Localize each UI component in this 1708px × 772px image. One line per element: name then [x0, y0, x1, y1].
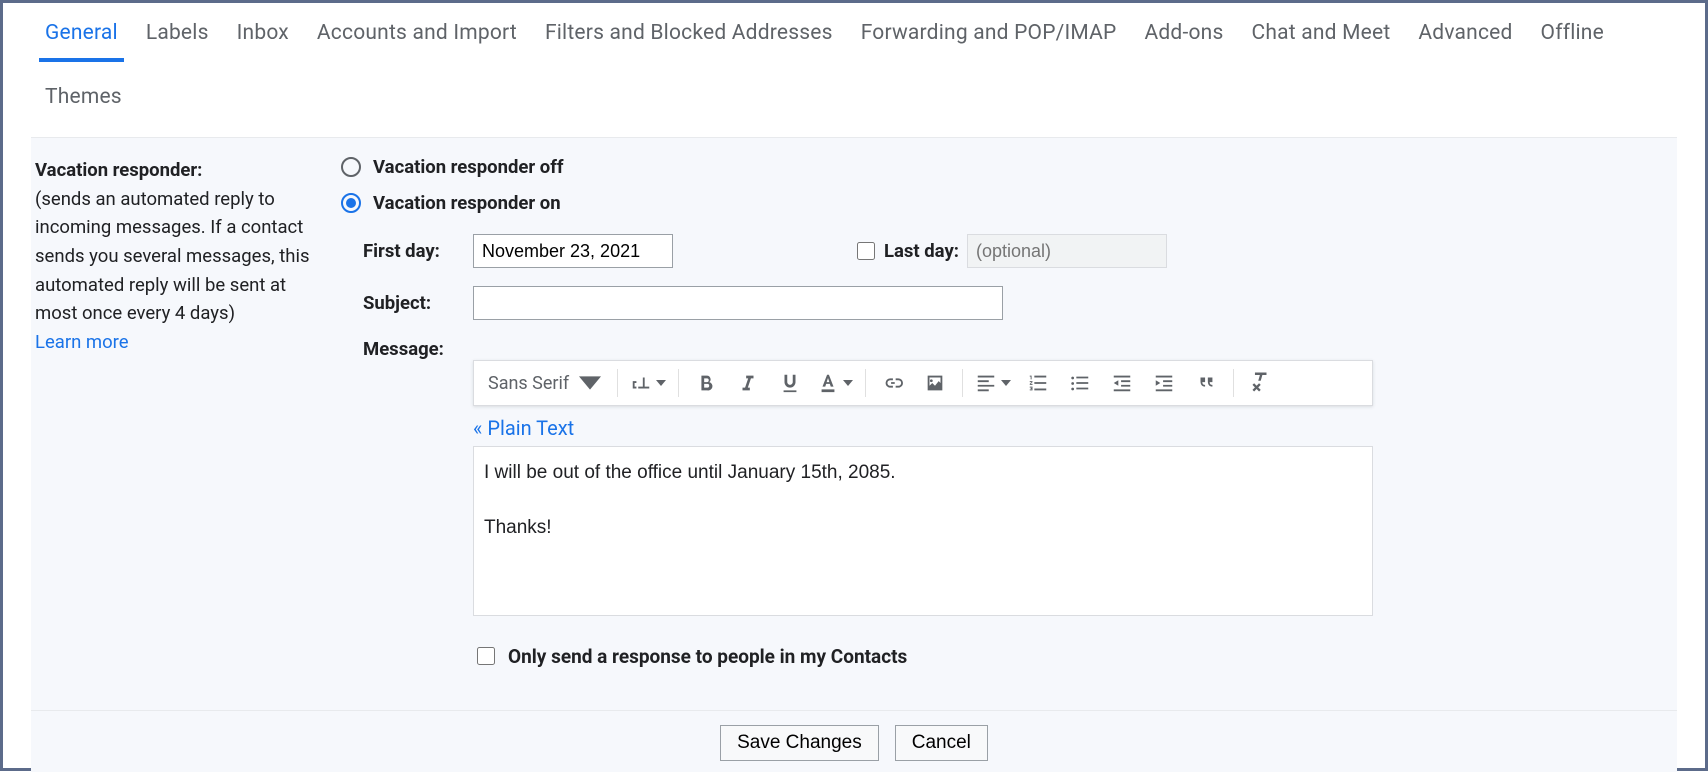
- tab-accounts[interactable]: Accounts and Import: [303, 3, 531, 61]
- bold-button[interactable]: [685, 361, 727, 405]
- indent-more-button[interactable]: [1143, 361, 1185, 405]
- learn-more-link[interactable]: Learn more: [35, 331, 129, 353]
- numbered-list-button[interactable]: [1017, 361, 1059, 405]
- settings-footer: Save Changes Cancel: [31, 710, 1677, 772]
- tab-addons[interactable]: Add-ons: [1130, 3, 1237, 61]
- radio-label: Vacation responder on: [373, 192, 561, 214]
- message-editor[interactable]: I will be out of the office until Januar…: [473, 446, 1373, 616]
- editor-toolbar: Sans Serif: [473, 360, 1373, 406]
- subject-input[interactable]: [473, 286, 1003, 320]
- indent-less-icon: [1111, 372, 1133, 394]
- vacation-off-radio[interactable]: Vacation responder off: [341, 156, 1677, 178]
- quote-icon: [1195, 372, 1217, 394]
- cancel-button[interactable]: Cancel: [895, 725, 988, 761]
- link-icon: [882, 372, 904, 394]
- radio-icon: [341, 157, 361, 177]
- font-family-select[interactable]: Sans Serif: [482, 361, 611, 405]
- contacts-only-input[interactable]: [477, 647, 495, 665]
- tab-labels[interactable]: Labels: [132, 3, 223, 61]
- italic-icon: [737, 372, 759, 394]
- settings-tabs-row1: General Labels Inbox Accounts and Import…: [3, 3, 1705, 61]
- numbered-list-icon: [1027, 372, 1049, 394]
- last-day-label: Last day:: [884, 240, 959, 262]
- tab-forwarding[interactable]: Forwarding and POP/IMAP: [847, 3, 1131, 61]
- subject-label: Subject:: [363, 292, 473, 314]
- caret-down-icon: [579, 372, 601, 394]
- contacts-only-checkbox[interactable]: Only send a response to people in my Con…: [473, 644, 1677, 668]
- first-day-label: First day:: [363, 240, 473, 262]
- underline-button[interactable]: [769, 361, 811, 405]
- tab-filters[interactable]: Filters and Blocked Addresses: [531, 3, 847, 61]
- italic-button[interactable]: [727, 361, 769, 405]
- font-size-button[interactable]: [624, 361, 672, 405]
- bulleted-list-button[interactable]: [1059, 361, 1101, 405]
- caret-down-icon: [843, 378, 853, 388]
- remove-formatting-button[interactable]: [1240, 361, 1282, 405]
- plain-text-link[interactable]: « Plain Text: [473, 416, 574, 440]
- section-controls: Vacation responder off Vacation responde…: [341, 156, 1677, 668]
- radio-icon: [341, 193, 361, 213]
- tab-chat[interactable]: Chat and Meet: [1238, 3, 1405, 61]
- underline-icon: [779, 372, 801, 394]
- insert-link-button[interactable]: [872, 361, 914, 405]
- radio-label: Vacation responder off: [373, 156, 563, 178]
- message-label: Message:: [363, 338, 473, 360]
- font-family-label: Sans Serif: [488, 373, 569, 394]
- settings-body: Vacation responder: (sends an automated …: [31, 137, 1677, 772]
- vacation-on-radio[interactable]: Vacation responder on: [341, 192, 1677, 214]
- settings-window: General Labels Inbox Accounts and Import…: [0, 0, 1708, 771]
- quote-button[interactable]: [1185, 361, 1227, 405]
- text-color-icon: [817, 372, 839, 394]
- caret-down-icon: [656, 378, 666, 388]
- insert-image-button[interactable]: [914, 361, 956, 405]
- bold-icon: [695, 372, 717, 394]
- remove-format-icon: [1250, 372, 1272, 394]
- text-color-button[interactable]: [811, 361, 859, 405]
- section-title: Vacation responder:: [35, 159, 202, 181]
- align-button[interactable]: [969, 361, 1017, 405]
- vacation-responder-section: Vacation responder: (sends an automated …: [31, 138, 1677, 692]
- section-help-text: (sends an automated reply to incoming me…: [35, 188, 310, 325]
- settings-tabs-row2: Themes: [3, 61, 1705, 137]
- first-day-input[interactable]: [473, 234, 673, 268]
- save-changes-button[interactable]: Save Changes: [720, 725, 879, 761]
- tab-offline[interactable]: Offline: [1527, 3, 1618, 61]
- contacts-only-label: Only send a response to people in my Con…: [508, 645, 907, 668]
- caret-down-icon: [1001, 378, 1011, 388]
- align-left-icon: [975, 372, 997, 394]
- indent-less-button[interactable]: [1101, 361, 1143, 405]
- last-day-checkbox[interactable]: [857, 242, 875, 260]
- bulleted-list-icon: [1069, 372, 1091, 394]
- image-icon: [924, 372, 946, 394]
- tab-general[interactable]: General: [31, 3, 132, 61]
- tab-advanced[interactable]: Advanced: [1404, 3, 1526, 61]
- indent-more-icon: [1153, 372, 1175, 394]
- section-description: Vacation responder: (sends an automated …: [31, 156, 341, 668]
- text-size-icon: [630, 372, 652, 394]
- tab-themes[interactable]: Themes: [31, 67, 136, 125]
- last-day-input[interactable]: [967, 234, 1167, 268]
- tab-inbox[interactable]: Inbox: [223, 3, 303, 61]
